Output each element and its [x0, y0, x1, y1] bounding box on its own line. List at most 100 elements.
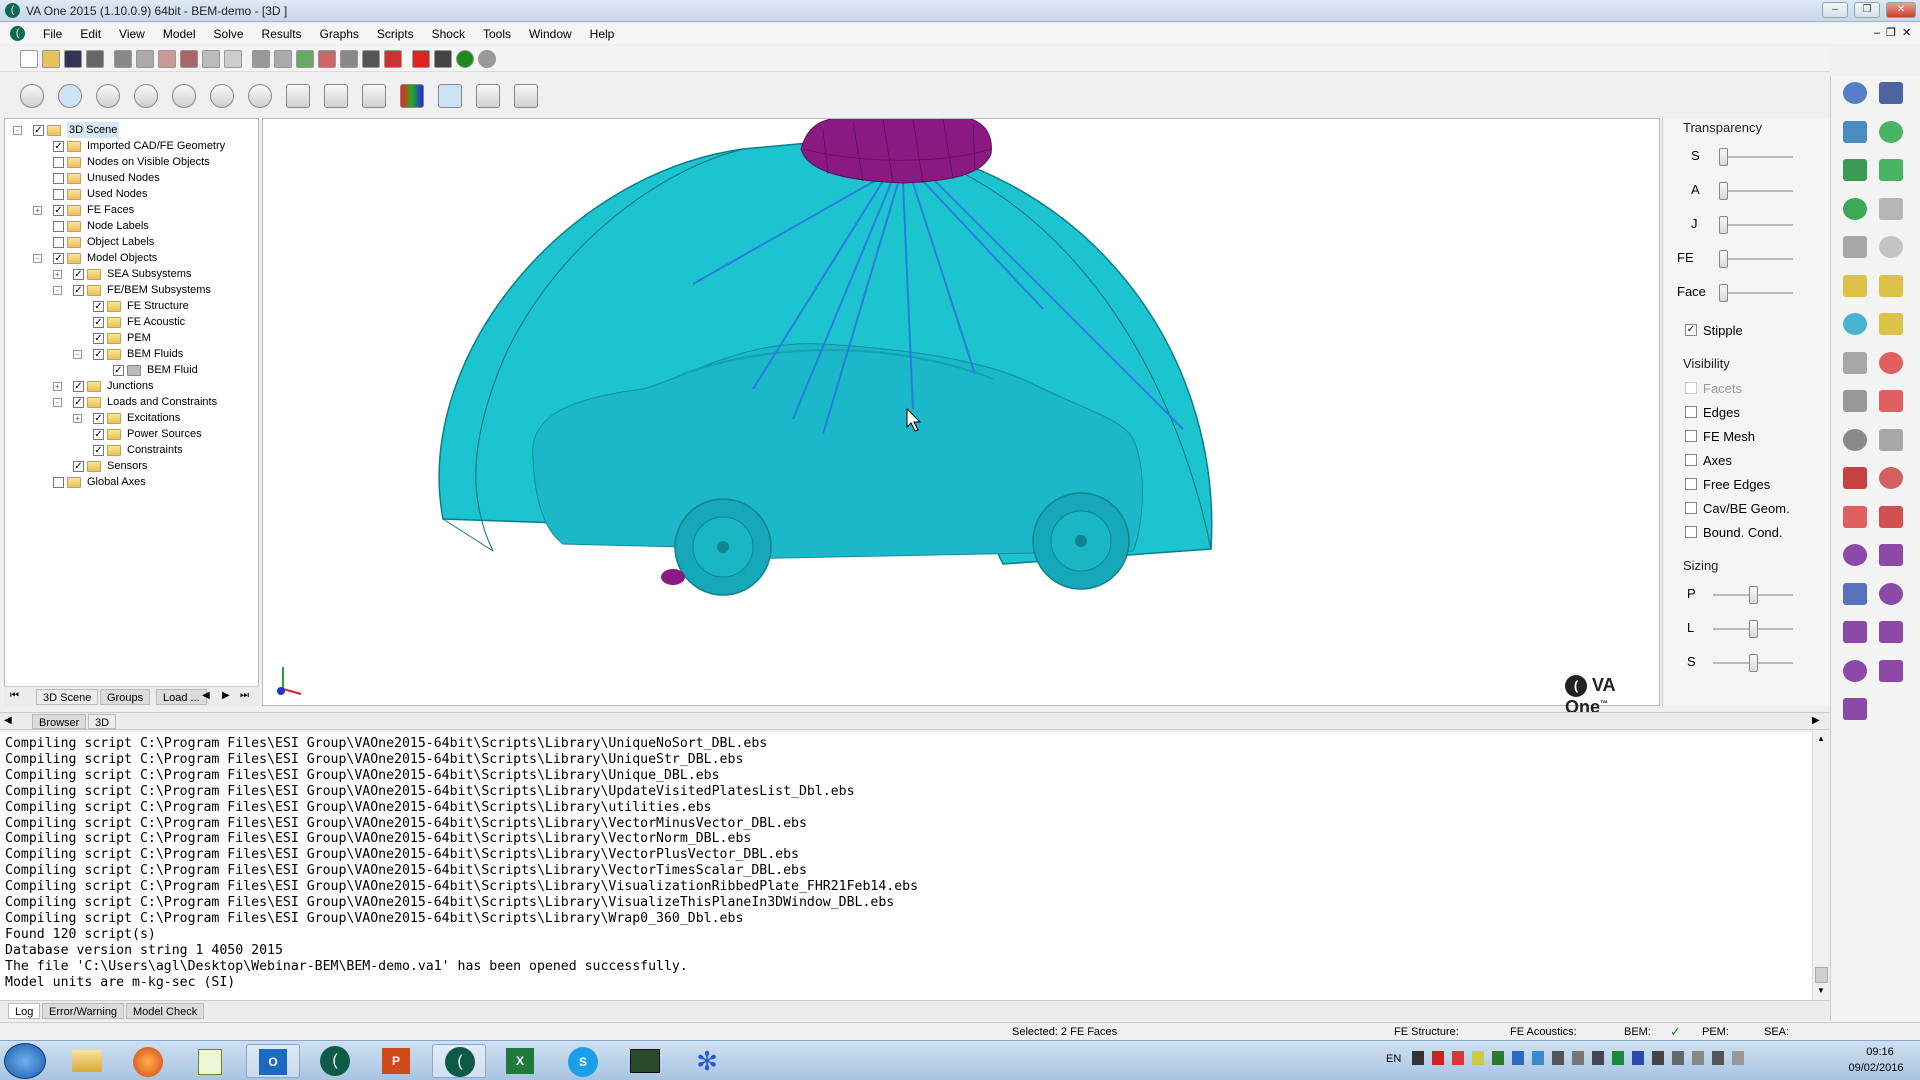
visibility-checkbox[interactable]	[1685, 382, 1697, 394]
first-arrow-icon[interactable]: ⏮	[10, 690, 19, 701]
visibility-checkbox[interactable]: ✓	[73, 285, 84, 296]
menu-tools[interactable]: Tools	[474, 26, 520, 42]
visibility-checkbox[interactable]: ✓	[93, 333, 104, 344]
sizing-slider[interactable]	[1749, 654, 1758, 672]
pipe-icon[interactable]	[1879, 197, 1903, 220]
plate-a-icon[interactable]	[1843, 274, 1867, 297]
menu-help[interactable]: Help	[581, 26, 624, 42]
grid-box-icon[interactable]	[1843, 351, 1867, 374]
visibility-checkbox[interactable]	[53, 173, 64, 184]
sizing-slider[interactable]	[1749, 586, 1758, 604]
visibility-checkbox[interactable]	[53, 157, 64, 168]
tab-browser[interactable]: Browser	[32, 714, 87, 729]
snap-target-icon[interactable]	[20, 84, 44, 108]
spiral-icon[interactable]	[1879, 659, 1903, 682]
visibility-checkbox[interactable]: ✓	[73, 461, 84, 472]
visibility-checkbox[interactable]: ✓	[93, 413, 104, 424]
va-one-app-icon[interactable]: (	[308, 1044, 362, 1078]
cavity-icon[interactable]	[1843, 390, 1867, 412]
hand-plate-icon[interactable]	[1843, 505, 1867, 528]
visibility-checkbox[interactable]: ✓	[73, 381, 84, 392]
expand-toggle-icon[interactable]: -	[53, 286, 62, 295]
i-beam-icon[interactable]	[1879, 82, 1903, 104]
menu-model[interactable]: Model	[154, 26, 205, 42]
transparency-slider[interactable]	[1719, 216, 1728, 234]
zoom-in-icon[interactable]	[210, 84, 234, 108]
tab-groups[interactable]: Groups	[100, 689, 151, 705]
pan-icon[interactable]	[172, 84, 196, 108]
expand-toggle-icon[interactable]: -	[13, 126, 22, 135]
tab-3d[interactable]: 3D	[88, 714, 117, 729]
visibility-checkbox[interactable]: ✓	[53, 141, 64, 152]
visibility-checkbox[interactable]: ✓	[53, 205, 64, 216]
beam-icon[interactable]	[1843, 82, 1867, 104]
firefox-icon[interactable]	[122, 1044, 176, 1078]
clock-time[interactable]: 09:16	[1850, 1046, 1910, 1058]
clock-date[interactable]: 09/02/2016	[1836, 1062, 1916, 1074]
color-legend-icon[interactable]	[400, 84, 424, 108]
bar-cluster-icon[interactable]	[1843, 467, 1867, 489]
explorer-icon[interactable]	[60, 1044, 114, 1078]
run-icon[interactable]	[412, 50, 430, 68]
visibility-checkbox[interactable]	[1685, 406, 1697, 418]
open-file-icon[interactable]	[42, 50, 60, 68]
notepad-icon[interactable]	[184, 1044, 238, 1078]
new-file-icon[interactable]	[20, 50, 38, 68]
maximize-button[interactable]: ❐	[1854, 2, 1880, 18]
add-node-icon[interactable]	[296, 50, 314, 68]
expand-toggle-icon[interactable]: -	[53, 398, 62, 407]
stack-icon[interactable]	[1843, 698, 1867, 720]
zoom-out-icon[interactable]	[248, 84, 272, 108]
visibility-checkbox[interactable]: ✓	[73, 397, 84, 408]
transparency-slider[interactable]	[1719, 148, 1728, 166]
visibility-checkbox[interactable]: ✓	[53, 253, 64, 264]
select-arrow-icon[interactable]	[58, 84, 82, 108]
plate-d-icon[interactable]	[1879, 313, 1903, 335]
excel-icon[interactable]: X	[494, 1044, 548, 1078]
load-arrow-icon[interactable]	[1879, 544, 1903, 566]
last-arrow-icon[interactable]: ⏭	[240, 690, 249, 701]
visibility-checkbox[interactable]	[53, 221, 64, 232]
visibility-checkbox[interactable]	[53, 189, 64, 200]
transparency-slider[interactable]	[1719, 284, 1728, 302]
log-output[interactable]: Compiling script C:\Program Files\ESI Gr…	[0, 732, 1812, 1000]
half-dome-icon[interactable]	[1879, 236, 1903, 258]
transparency-slider[interactable]	[1719, 182, 1728, 200]
menu-view[interactable]: View	[110, 26, 154, 42]
menu-scripts[interactable]: Scripts	[368, 26, 423, 42]
menu-edit[interactable]: Edit	[71, 26, 110, 42]
menu-shock[interactable]: Shock	[423, 26, 474, 42]
expand-toggle-icon[interactable]: +	[73, 414, 82, 423]
hand-red-icon[interactable]	[1879, 505, 1903, 528]
mdi-controls[interactable]: –❐✕	[1874, 26, 1917, 39]
sizing-slider[interactable]	[1749, 620, 1758, 638]
start-button[interactable]	[4, 1043, 46, 1079]
visibility-checkbox[interactable]	[1685, 502, 1697, 514]
plane-grid-icon[interactable]	[286, 84, 310, 108]
curved-shell-icon[interactable]	[1843, 159, 1867, 181]
plate-b-icon[interactable]	[1879, 274, 1903, 297]
visibility-checkbox[interactable]: ✓	[73, 269, 84, 280]
grid-red-icon[interactable]	[1879, 351, 1903, 374]
visibility-checkbox[interactable]	[1685, 478, 1697, 490]
paste-special-icon[interactable]	[180, 50, 198, 68]
print-icon[interactable]	[86, 50, 104, 68]
hand-tool-icon[interactable]	[1843, 428, 1867, 451]
pin-red-icon[interactable]	[1879, 467, 1903, 489]
deselect-icon[interactable]	[224, 50, 242, 68]
menu-file[interactable]: File	[34, 26, 71, 42]
menu-graphs[interactable]: Graphs	[311, 26, 368, 42]
skype-icon[interactable]: S	[556, 1044, 610, 1078]
close-button[interactable]: ✕	[1886, 2, 1916, 18]
snowflake-app-icon[interactable]: ✻	[680, 1044, 734, 1078]
va-one-active-icon[interactable]: (	[432, 1044, 486, 1078]
menu-results[interactable]: Results	[253, 26, 311, 42]
plate-c-icon[interactable]	[1843, 313, 1867, 335]
visibility-checkbox[interactable]	[53, 237, 64, 248]
plane-view-icon[interactable]	[514, 84, 538, 108]
language-indicator[interactable]: EN	[1386, 1053, 1401, 1065]
cylinder-icon[interactable]	[1879, 159, 1903, 181]
solve-icon[interactable]	[384, 50, 402, 68]
visibility-checkbox[interactable]	[1685, 454, 1697, 466]
save-icon[interactable]	[64, 50, 82, 68]
